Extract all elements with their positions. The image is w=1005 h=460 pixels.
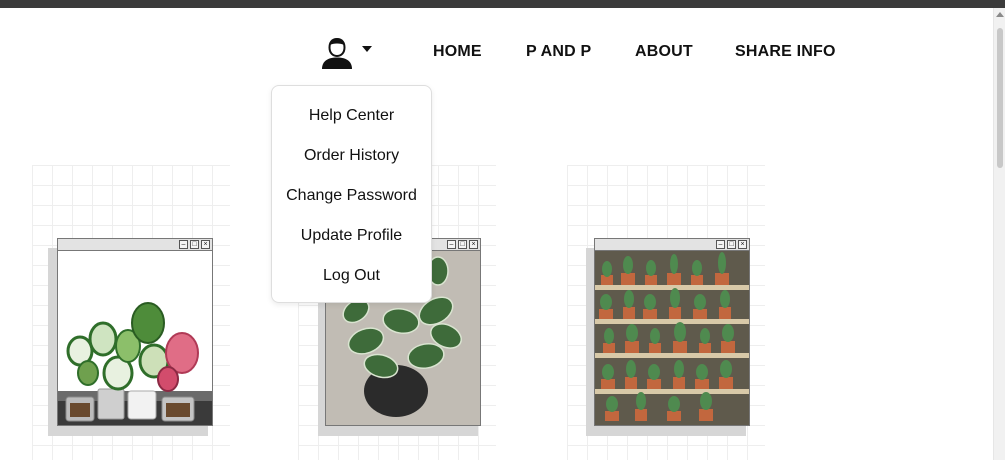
window-titlebar: – □ × xyxy=(58,239,212,251)
close-icon[interactable]: × xyxy=(738,240,747,249)
nav-link-home[interactable]: HOME xyxy=(433,43,482,61)
close-icon[interactable]: × xyxy=(201,240,210,249)
menu-item-order-history[interactable]: Order History xyxy=(272,147,431,165)
menu-item-update-profile[interactable]: Update Profile xyxy=(272,227,431,245)
nav-link-share-info[interactable]: SHARE INFO xyxy=(735,43,836,61)
menu-item-log-out[interactable]: Log Out xyxy=(272,267,431,285)
plant-photo-cactus-shelves xyxy=(595,251,749,425)
main-navigation: HOME P AND P ABOUT SHARE INFO xyxy=(0,36,1005,70)
window-titlebar: – □ × xyxy=(595,239,749,251)
maximize-icon[interactable]: □ xyxy=(727,240,736,249)
user-avatar-icon xyxy=(322,37,352,69)
maximize-icon[interactable]: □ xyxy=(458,240,467,249)
user-menu-toggle[interactable] xyxy=(320,36,378,70)
nav-link-about[interactable]: ABOUT xyxy=(635,43,693,61)
caret-down-icon xyxy=(362,46,372,52)
page-scrollbar[interactable] xyxy=(993,8,1005,460)
user-dropdown-menu: Help Center Order History Change Passwor… xyxy=(271,85,432,303)
plant-photo-caladium xyxy=(58,251,212,425)
photo-window: – □ × xyxy=(594,238,750,426)
nav-link-p-and-p[interactable]: P AND P xyxy=(526,43,591,61)
minimize-icon[interactable]: – xyxy=(179,240,188,249)
menu-item-change-password[interactable]: Change Password xyxy=(272,187,431,205)
menu-item-help-center[interactable]: Help Center xyxy=(272,107,431,125)
scroll-up-arrow-icon[interactable] xyxy=(996,12,1004,17)
minimize-icon[interactable]: – xyxy=(716,240,725,249)
photo-window: – □ × xyxy=(57,238,213,426)
minimize-icon[interactable]: – xyxy=(447,240,456,249)
maximize-icon[interactable]: □ xyxy=(190,240,199,249)
close-icon[interactable]: × xyxy=(469,240,478,249)
top-border-bar xyxy=(0,0,1005,8)
